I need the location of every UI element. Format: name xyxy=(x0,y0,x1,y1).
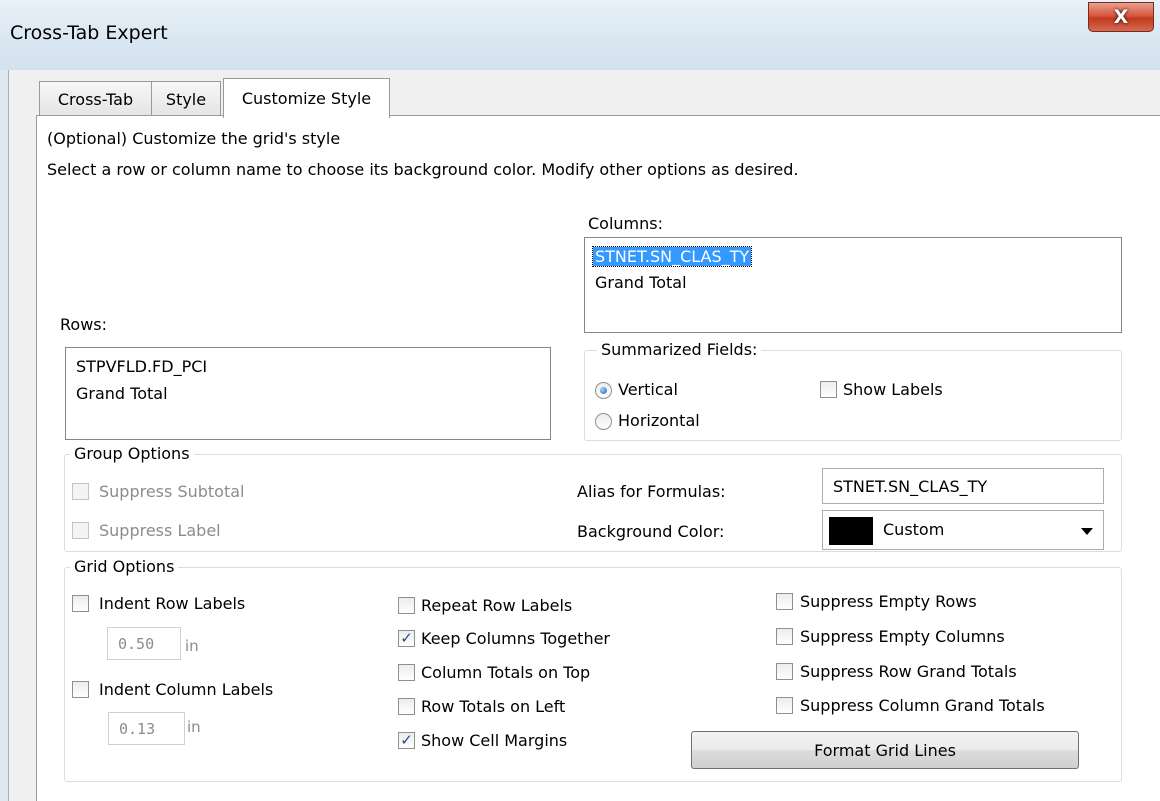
show-labels-checkbox[interactable] xyxy=(820,381,837,398)
vertical-radio[interactable] xyxy=(595,382,612,399)
tab-cross-tab[interactable]: Cross-Tab xyxy=(39,81,152,117)
format-grid-lines-label: Format Grid Lines xyxy=(814,740,956,760)
suppress-empty-rows-checkbox[interactable] xyxy=(776,593,793,610)
row-totals-on-left-checkbox[interactable] xyxy=(398,698,415,715)
suppress-subtotal-label[interactable]: Suppress Subtotal xyxy=(99,482,244,501)
suppress-label-checkbox[interactable] xyxy=(72,522,89,539)
tab-label: Style xyxy=(165,90,207,109)
indent-row-input[interactable]: 0.50 xyxy=(107,627,181,660)
indent-column-value: 0.13 xyxy=(119,719,156,738)
column-totals-on-top-checkbox[interactable] xyxy=(398,664,415,681)
alias-label: Alias for Formulas: xyxy=(577,482,726,501)
dropdown-arrow-icon xyxy=(1081,528,1093,535)
alias-input[interactable]: STNET.SN_CLAS_TY xyxy=(822,468,1104,504)
suppress-empty-columns-label[interactable]: Suppress Empty Columns xyxy=(800,627,1005,646)
rows-listbox[interactable]: STPVFLD.FD_PCI Grand Total xyxy=(65,347,551,440)
grid-options-title: Grid Options xyxy=(70,557,179,576)
format-grid-lines-button[interactable]: Format Grid Lines xyxy=(691,731,1079,769)
indent-column-unit: in xyxy=(187,718,201,736)
indent-column-labels-label[interactable]: Indent Column Labels xyxy=(99,680,273,699)
alias-value: STNET.SN_CLAS_TY xyxy=(833,476,988,496)
summarized-fields-group: Summarized Fields: Vertical Horizontal S… xyxy=(584,340,1122,441)
indent-column-input[interactable]: 0.13 xyxy=(108,712,185,745)
title-bar: Cross-Tab Expert X xyxy=(0,0,1160,70)
columns-item-stnet[interactable]: STNET.SN_CLAS_TY xyxy=(591,246,753,267)
columns-item-grand-total[interactable]: Grand Total xyxy=(595,273,687,292)
background-color-label: Background Color: xyxy=(577,522,725,541)
keep-columns-together-checkbox[interactable]: ✓ xyxy=(398,630,415,647)
horizontal-label[interactable]: Horizontal xyxy=(618,411,700,430)
tab-panel: (Optional) Customize the grid's style Se… xyxy=(36,115,1160,801)
indent-row-labels-checkbox[interactable] xyxy=(72,595,89,612)
indent-row-value: 0.50 xyxy=(118,634,155,653)
close-button[interactable]: X xyxy=(1088,2,1154,32)
suppress-row-grand-totals-checkbox[interactable] xyxy=(776,663,793,680)
keep-columns-together-label[interactable]: Keep Columns Together xyxy=(421,629,610,648)
rows-label: Rows: xyxy=(60,315,107,334)
tab-style[interactable]: Style xyxy=(151,81,221,117)
group-options-title: Group Options xyxy=(70,444,194,463)
summarized-fields-title: Summarized Fields: xyxy=(597,340,762,359)
indent-row-labels-label[interactable]: Indent Row Labels xyxy=(99,594,245,613)
column-totals-on-top-label[interactable]: Column Totals on Top xyxy=(421,663,590,682)
rows-item-stpvfld[interactable]: STPVFLD.FD_PCI xyxy=(76,357,207,376)
window-title: Cross-Tab Expert xyxy=(10,22,168,44)
show-labels-label[interactable]: Show Labels xyxy=(843,380,943,399)
tab-customize-style[interactable]: Customize Style xyxy=(223,78,390,118)
show-cell-margins-label[interactable]: Show Cell Margins xyxy=(421,731,567,750)
horizontal-radio[interactable] xyxy=(595,413,612,430)
columns-listbox[interactable]: STNET.SN_CLAS_TY Grand Total xyxy=(584,237,1122,333)
row-totals-on-left-label[interactable]: Row Totals on Left xyxy=(421,697,565,716)
grid-options-group: Grid Options Indent Row Labels 0.50 in I… xyxy=(64,557,1122,782)
suppress-row-grand-totals-label[interactable]: Suppress Row Grand Totals xyxy=(800,662,1017,681)
suppress-column-grand-totals-checkbox[interactable] xyxy=(776,697,793,714)
close-icon: X xyxy=(1113,6,1129,28)
suppress-subtotal-checkbox[interactable] xyxy=(72,483,89,500)
suppress-label-label[interactable]: Suppress Label xyxy=(99,521,221,540)
color-swatch xyxy=(829,517,873,545)
tab-label: Customize Style xyxy=(241,89,372,108)
vertical-label[interactable]: Vertical xyxy=(618,380,678,399)
intro-line-2: Select a row or column name to choose it… xyxy=(47,160,799,179)
background-color-value: Custom xyxy=(883,520,945,539)
group-options-group: Group Options Suppress Subtotal Suppress… xyxy=(64,444,1122,552)
show-cell-margins-checkbox[interactable]: ✓ xyxy=(398,732,415,749)
background-color-dropdown[interactable]: Custom xyxy=(822,510,1104,550)
rows-item-grand-total[interactable]: Grand Total xyxy=(76,384,168,403)
columns-label: Columns: xyxy=(588,214,663,233)
suppress-column-grand-totals-label[interactable]: Suppress Column Grand Totals xyxy=(800,696,1045,715)
indent-column-labels-checkbox[interactable] xyxy=(72,681,89,698)
intro-line-1: (Optional) Customize the grid's style xyxy=(47,129,341,148)
suppress-empty-columns-checkbox[interactable] xyxy=(776,628,793,645)
repeat-row-labels-label[interactable]: Repeat Row Labels xyxy=(421,596,572,615)
dialog-body: Cross-Tab Style Customize Style (Optiona… xyxy=(8,70,1160,801)
suppress-empty-rows-label[interactable]: Suppress Empty Rows xyxy=(800,592,977,611)
tab-label: Cross-Tab xyxy=(57,90,134,109)
repeat-row-labels-checkbox[interactable] xyxy=(398,597,415,614)
indent-row-unit: in xyxy=(185,637,199,655)
